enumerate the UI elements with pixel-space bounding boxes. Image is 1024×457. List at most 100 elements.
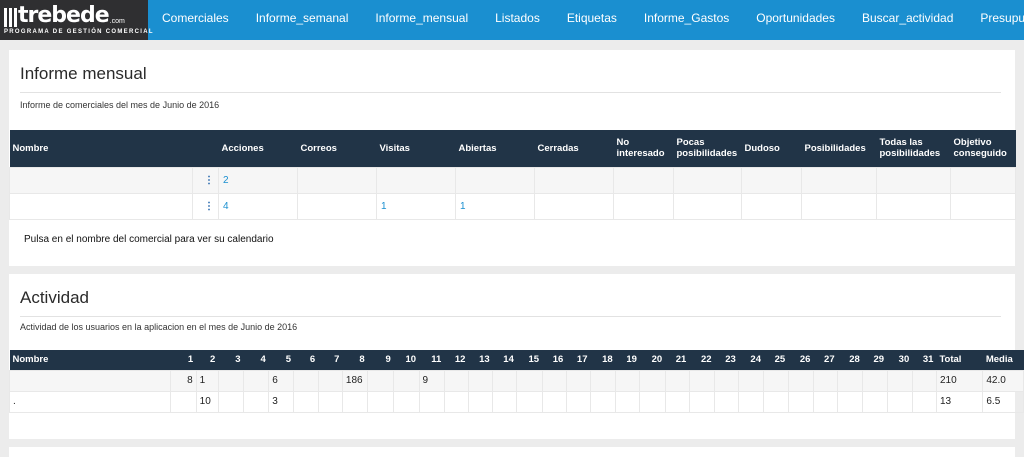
col-day-12[interactable]: 12 (444, 350, 469, 370)
cell-acciones[interactable]: 2 (218, 166, 298, 194)
nav-oportunidades[interactable]: Oportunidades (756, 0, 835, 40)
monthly-report-table: Nombre Acciones Correos Visitas Abiertas… (9, 130, 1016, 220)
cell-day (862, 369, 888, 392)
col-day-27[interactable]: 27 (813, 350, 838, 370)
col-day-29[interactable]: 29 (862, 350, 888, 370)
col-day-16[interactable]: 16 (542, 350, 567, 370)
nav-buscar-actividad[interactable]: Buscar_actividad (862, 0, 953, 40)
col-pocas-posibilidades[interactable]: Pocas posibilidades (673, 130, 742, 167)
nav-informe-mensual[interactable]: Informe_mensual (375, 0, 468, 40)
col-day-21[interactable]: 21 (665, 350, 690, 370)
row-name[interactable] (9, 192, 193, 220)
col-day-4[interactable]: 4 (243, 350, 269, 370)
nav-etiquetas[interactable]: Etiquetas (567, 0, 617, 40)
col-nombre[interactable]: Nombre (9, 350, 171, 370)
cell-day (787, 369, 814, 392)
cell-dudoso (741, 192, 802, 220)
cell-day (367, 390, 395, 413)
col-total[interactable]: Total (936, 350, 983, 370)
monthly-report-panel: Informe mensual Informe de comerciales d… (9, 50, 1016, 266)
col-abiertas[interactable]: Abiertas (455, 130, 535, 167)
cell-cerradas (534, 192, 614, 220)
col-day-6[interactable]: 6 (293, 350, 319, 370)
cell-day (911, 369, 937, 392)
col-day-3[interactable]: 3 (218, 350, 244, 370)
col-no-interesado[interactable]: No interesado (613, 130, 674, 167)
cell-day: 186 (341, 369, 369, 392)
col-day-14[interactable]: 14 (492, 350, 517, 370)
col-nombre[interactable]: Nombre (9, 130, 193, 167)
col-posibilidades[interactable]: Posibilidades (801, 130, 877, 167)
col-day-23[interactable]: 23 (714, 350, 739, 370)
cell-day (763, 390, 789, 413)
cell-day (443, 369, 469, 392)
cell-day (243, 369, 270, 392)
col-visitas[interactable]: Visitas (376, 130, 456, 167)
col-day-17[interactable]: 17 (566, 350, 591, 370)
col-day-31[interactable]: 31 (912, 350, 937, 370)
cell-visitas[interactable] (376, 166, 456, 194)
cell-acciones[interactable]: 4 (218, 192, 298, 220)
col-day-9[interactable]: 9 (367, 350, 394, 370)
col-day-20[interactable]: 20 (639, 350, 666, 370)
cell-total: 13 (935, 390, 984, 413)
col-day-30[interactable]: 30 (887, 350, 913, 370)
col-correos[interactable]: Correos (297, 130, 377, 167)
col-media[interactable]: Media (982, 350, 1024, 370)
cell-day (787, 390, 814, 413)
cell-day (293, 369, 319, 392)
brand-logo[interactable]: trebede .com PROGRAMA DE GESTIÓN COMERCI… (0, 0, 153, 40)
cell-day (615, 390, 641, 413)
col-day-18[interactable]: 18 (590, 350, 616, 370)
cell-abiertas[interactable]: 1 (455, 192, 535, 220)
cell-todas-posibilidades (876, 192, 951, 220)
nav-listados[interactable]: Listados (495, 0, 540, 40)
cell-day (393, 369, 420, 392)
col-day-24[interactable]: 24 (738, 350, 764, 370)
row-name[interactable] (8, 369, 172, 392)
monthly-title: Informe mensual (20, 64, 147, 83)
cell-objetivo-conseguido (950, 166, 1016, 194)
cell-posibilidades (801, 166, 877, 194)
cell-day (837, 390, 864, 413)
col-cerradas[interactable]: Cerradas (534, 130, 614, 167)
divider (20, 316, 1001, 317)
col-day-5[interactable]: 5 (268, 350, 294, 370)
row-name[interactable]: . (8, 390, 172, 413)
logo-bars-icon (4, 7, 17, 27)
col-day-19[interactable]: 19 (615, 350, 640, 370)
divider (20, 92, 1001, 93)
nav-informe-gastos[interactable]: Informe_Gastos (644, 0, 729, 40)
cell-day (492, 390, 518, 413)
col-day-8[interactable]: 8 (342, 350, 368, 370)
col-day-25[interactable]: 25 (763, 350, 789, 370)
col-acciones[interactable]: Acciones (218, 130, 298, 167)
col-dudoso[interactable]: Dudoso (741, 130, 802, 167)
nav-presupuestos[interactable]: Presupuestos (980, 0, 1024, 40)
col-day-13[interactable]: 13 (468, 350, 493, 370)
col-day-10[interactable]: 10 (393, 350, 420, 370)
col-objetivo-conseguido[interactable]: Objetivo conseguido (950, 130, 1016, 167)
row-menu-icon[interactable]: ⋮ (192, 166, 219, 194)
row-name[interactable] (9, 166, 193, 194)
nav-comerciales[interactable]: Comerciales (162, 0, 229, 40)
col-day-28[interactable]: 28 (837, 350, 863, 370)
col-day-1[interactable]: 1 (170, 350, 197, 370)
next-panel-edge (9, 447, 1015, 457)
logo-domain: .com (109, 18, 125, 25)
col-day-15[interactable]: 15 (516, 350, 543, 370)
col-day-11[interactable]: 11 (419, 350, 445, 370)
col-day-7[interactable]: 7 (318, 350, 343, 370)
row-menu-icon[interactable]: ⋮ (192, 192, 219, 220)
col-day-2[interactable]: 2 (196, 350, 219, 370)
cell-day (589, 369, 617, 392)
cell-abiertas[interactable] (455, 166, 535, 194)
cell-day (217, 369, 245, 392)
col-todas-posibilidades[interactable]: Todas las posibilidades (876, 130, 951, 167)
col-day-26[interactable]: 26 (788, 350, 814, 370)
cell-day (812, 369, 839, 392)
nav-informe-semanal[interactable]: Informe_semanal (256, 0, 349, 40)
col-day-22[interactable]: 22 (689, 350, 715, 370)
cell-day (393, 390, 420, 413)
cell-visitas[interactable]: 1 (376, 192, 456, 220)
